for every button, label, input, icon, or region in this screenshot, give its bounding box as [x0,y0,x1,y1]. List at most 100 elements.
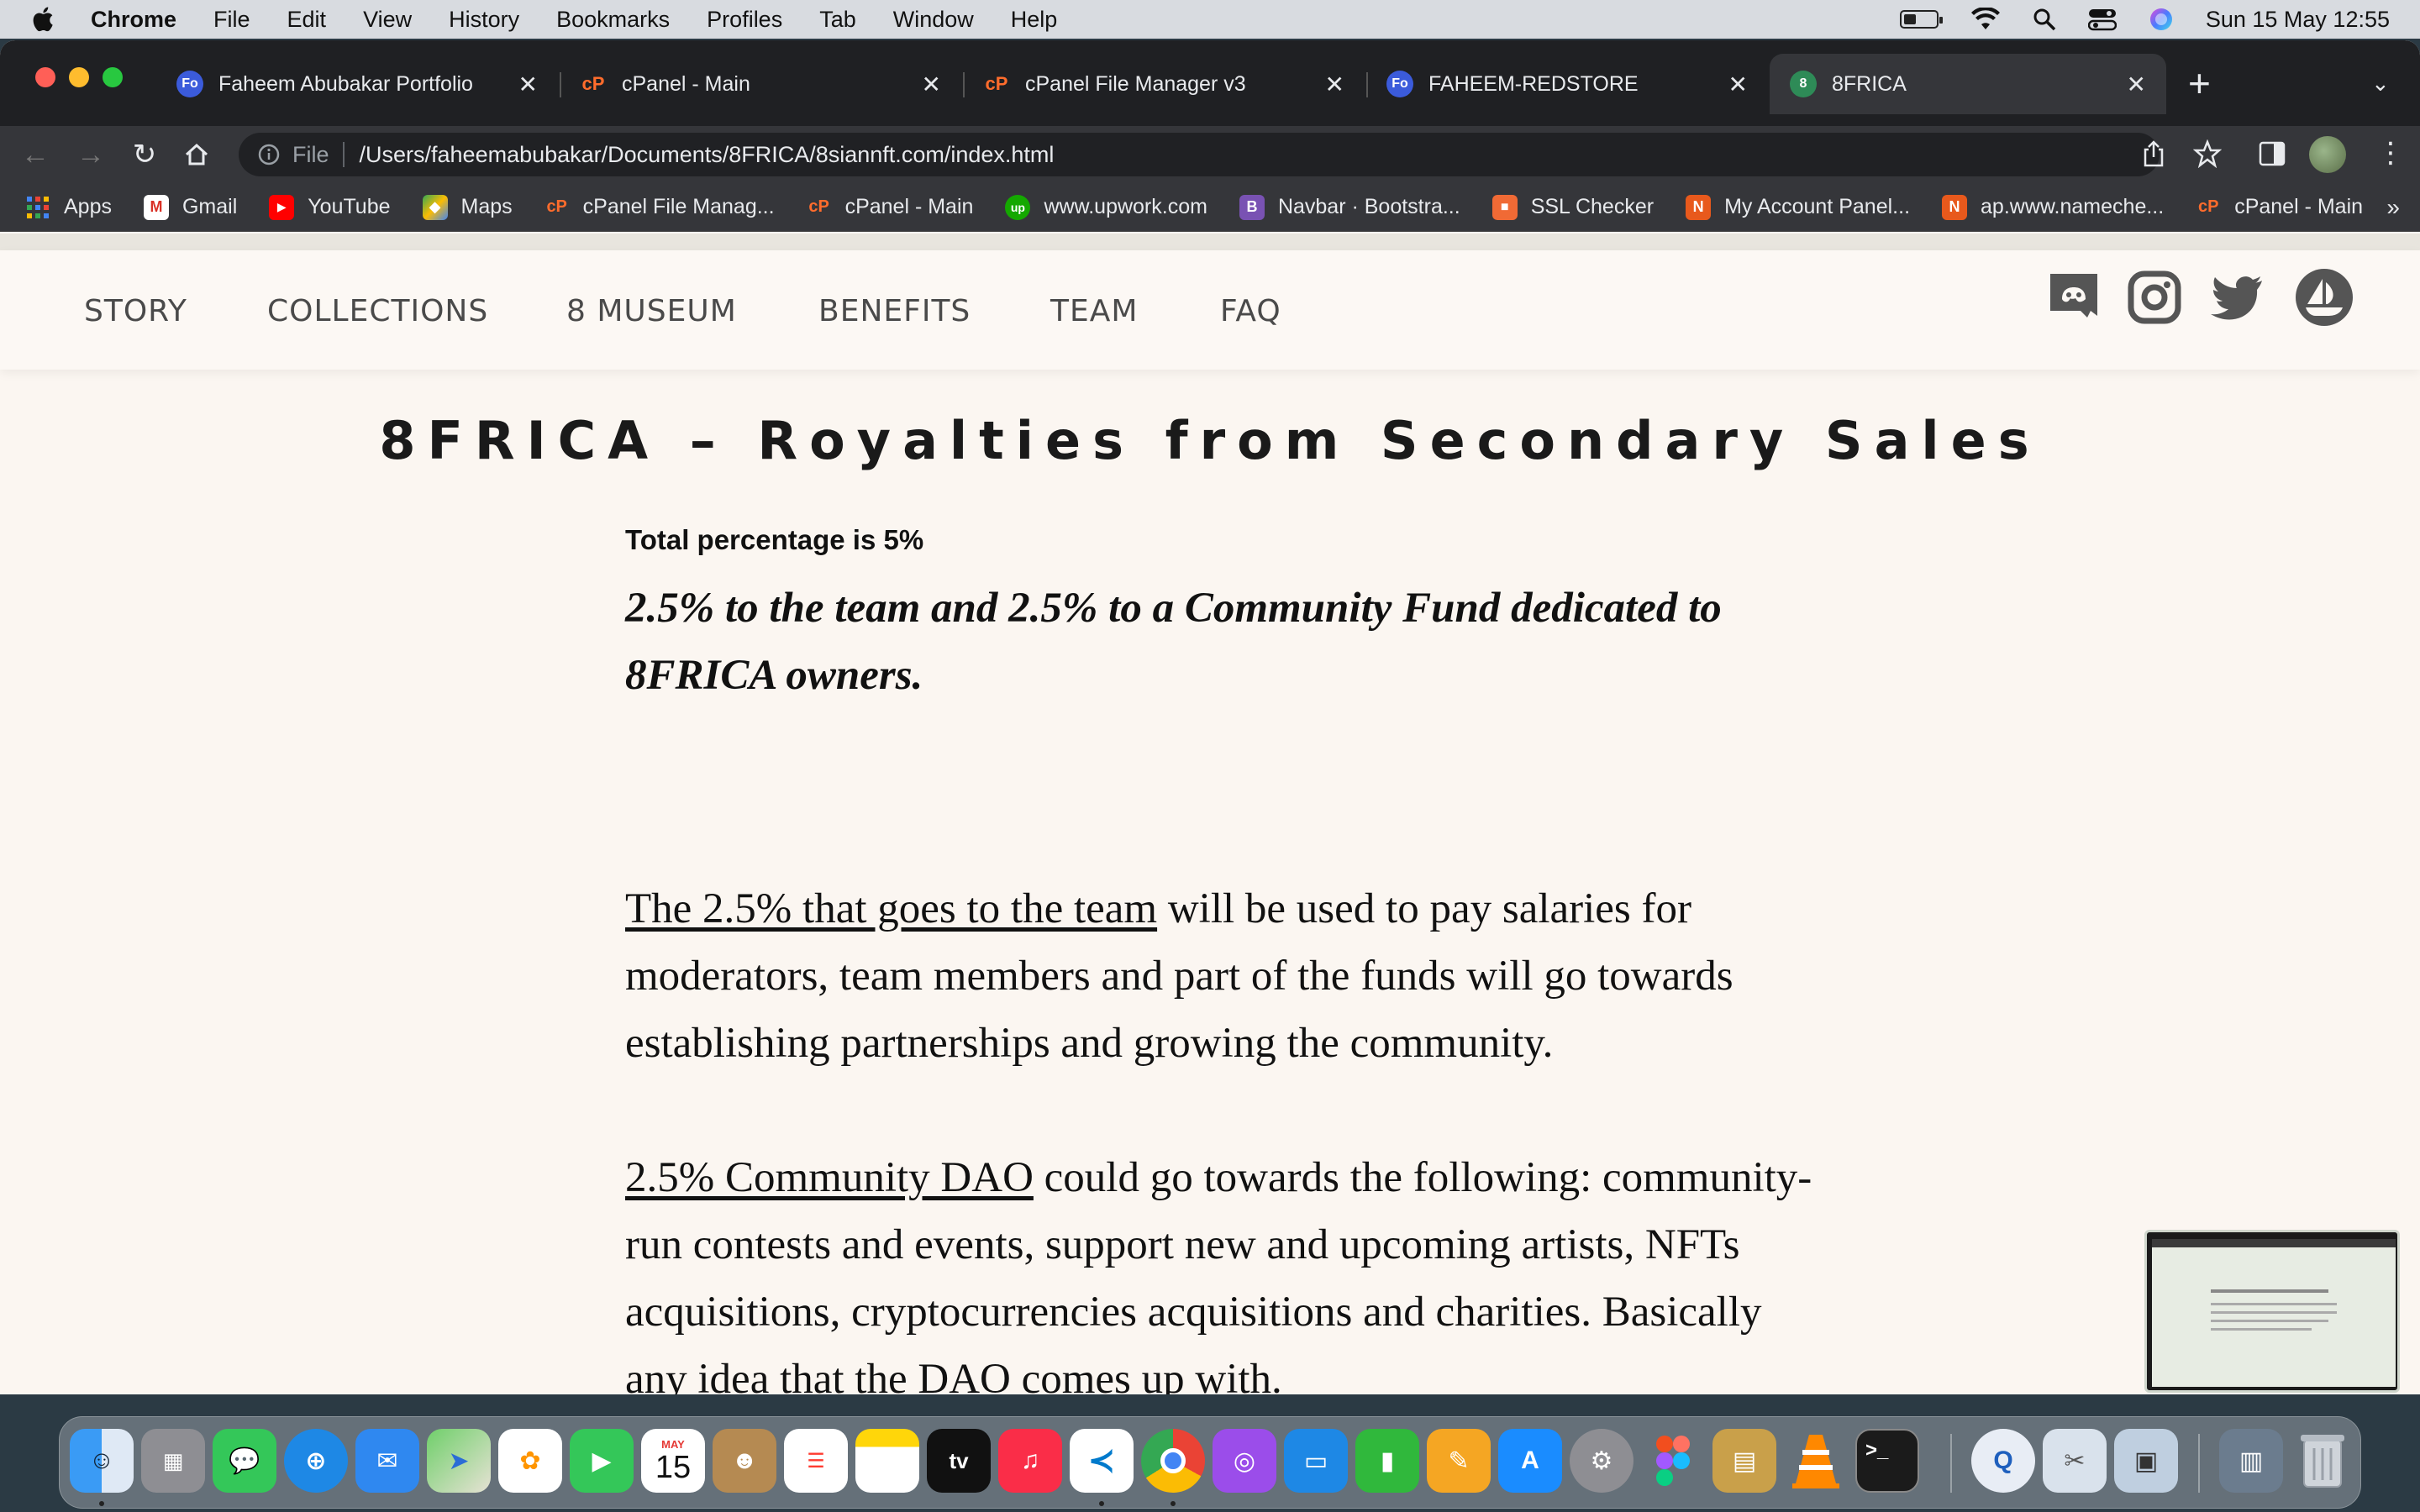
chrome-menu-icon[interactable]: ⋮ [2376,136,2405,170]
contacts-icon[interactable]: ☻ [713,1429,776,1493]
discord-icon[interactable] [2045,269,2102,326]
pages-icon[interactable]: ✎ [1427,1429,1491,1493]
quicktime-icon[interactable]: Q [1971,1429,2035,1493]
terminal-icon[interactable]: >_ [1855,1429,1919,1493]
app-store-icon[interactable]: A [1498,1429,1562,1493]
photos-icon[interactable]: ✿ [498,1429,562,1493]
battery-icon[interactable] [1899,10,1943,29]
image-capture-icon[interactable]: ▣ [2114,1429,2178,1493]
bookmark-youtube[interactable]: ▶ YouTube [269,194,391,220]
close-window-button[interactable] [35,67,55,87]
nav-link-collections[interactable]: COLLECTIONS [267,294,488,328]
system-preferences-icon[interactable]: ⚙ [1570,1429,1634,1493]
bookmark-apps[interactable]: Apps [25,195,112,220]
apple-logo-icon[interactable] [30,5,59,34]
share-icon[interactable] [2141,139,2166,168]
minimize-window-button[interactable] [69,67,89,87]
zoom-window-button[interactable] [103,67,123,87]
forward-button[interactable]: → [74,138,108,171]
calendar-icon[interactable]: MAY 15 [641,1429,705,1493]
bookmarks-overflow-icon[interactable]: » [2386,194,2400,221]
bookmark-cpanel-file-manager[interactable]: cP cPanel File Manag... [544,195,774,220]
numbers-icon[interactable]: ▮ [1355,1429,1419,1493]
bookmark-my-account-panel[interactable]: N My Account Panel... [1686,194,1910,220]
mail-icon[interactable]: ✉ [355,1429,419,1493]
new-tab-button[interactable]: + [2188,64,2211,102]
finder-icon[interactable]: ☺ [70,1429,134,1493]
notes-icon[interactable] [855,1429,919,1493]
close-tab-icon[interactable]: ✕ [518,71,538,98]
bookmark-maps[interactable]: ◆ Maps [422,194,513,220]
bookmark-upwork[interactable]: up www.upwork.com [1005,194,1207,220]
archive-utility-icon[interactable]: ▤ [1712,1429,1776,1493]
tab-faheem-redstore[interactable]: Fo FAHEEM-REDSTORE ✕ [1366,54,1768,114]
menu-tab[interactable]: Tab [819,7,856,33]
bookmark-bootstrap-navbar[interactable]: B Navbar · Bootstra... [1239,194,1460,220]
vlc-icon[interactable] [1784,1429,1848,1493]
close-tab-icon[interactable]: ✕ [922,71,941,98]
info-icon[interactable] [257,143,281,166]
bookmark-gmail[interactable]: M Gmail [143,194,237,220]
facetime-icon[interactable]: ▶ [570,1429,634,1493]
tab-8frica[interactable]: 8 8FRICA ✕ [1770,54,2166,114]
menu-edit[interactable]: Edit [287,7,327,33]
bookmark-cpanel-main-2[interactable]: cP cPanel - Main [2196,195,2363,220]
side-panel-icon[interactable] [2259,141,2286,166]
chrome-icon[interactable] [1141,1429,1205,1493]
messages-icon[interactable]: 💬 [213,1429,276,1493]
url-text[interactable]: /Users/faheemabubakar/Documents/8FRICA/8… [360,142,1055,168]
menu-window[interactable]: Window [893,7,974,33]
menu-profiles[interactable]: Profiles [707,7,782,33]
home-icon[interactable] [180,138,213,171]
menu-view[interactable]: View [363,7,412,33]
nav-link-benefits[interactable]: BENEFITS [818,294,971,328]
back-button[interactable]: ← [18,138,52,171]
preview-screenshot-icon[interactable]: ✂ [2043,1429,2107,1493]
trash-icon[interactable] [2291,1429,2354,1493]
keynote-icon[interactable]: ▭ [1284,1429,1348,1493]
safari-icon[interactable]: ⊕ [284,1429,348,1493]
tab-search-chevron-icon[interactable]: ⌄ [2371,71,2390,97]
bookmark-namecheap-ap[interactable]: N ap.www.nameche... [1942,194,2164,220]
twitter-icon[interactable] [2208,269,2265,326]
address-bar[interactable]: File /Users/faheemabubakar/Documents/8FR… [239,133,2160,176]
podcasts-icon[interactable]: ◎ [1213,1429,1276,1493]
menubar-datetime[interactable]: Sun 15 May 12:55 [2206,7,2390,33]
wifi-icon[interactable] [1970,8,2001,31]
close-tab-icon[interactable]: ✕ [2127,71,2146,98]
instagram-icon[interactable] [2126,269,2183,326]
close-tab-icon[interactable]: ✕ [1325,71,1344,98]
reload-button[interactable]: ↻ [128,138,161,171]
spotlight-search-icon[interactable] [2033,8,2056,31]
bookmark-ssl-checker[interactable]: ■ SSL Checker [1491,194,1654,220]
tab-faheem-portfolio[interactable]: Fo Faheem Abubakar Portfolio ✕ [156,54,558,114]
profile-avatar[interactable] [2309,136,2346,173]
figma-icon[interactable] [1641,1429,1705,1493]
screenshot-preview-thumbnail[interactable] [2144,1230,2400,1393]
bookmark-label: cPanel - Main [844,195,974,218]
vscode-icon[interactable]: ≺ [1070,1429,1134,1493]
bookmark-cpanel-main[interactable]: cP cPanel - Main [807,195,974,220]
tab-cpanel-main[interactable]: cP cPanel - Main ✕ [560,54,961,114]
siri-icon[interactable] [2149,7,2174,32]
apple-tv-icon[interactable]: tv [927,1429,991,1493]
nav-link-team[interactable]: TEAM [1050,294,1138,328]
control-center-icon[interactable] [2087,8,2117,31]
music-icon[interactable]: ♫ [998,1429,1062,1493]
menu-help[interactable]: Help [1011,7,1058,33]
nav-link-8-museum[interactable]: 8 MUSEUM [566,294,737,328]
nav-link-faq[interactable]: FAQ [1220,294,1281,328]
menu-bookmarks[interactable]: Bookmarks [556,7,670,33]
close-tab-icon[interactable]: ✕ [1728,71,1748,98]
opensea-icon[interactable] [2294,267,2354,328]
menu-history[interactable]: History [449,7,519,33]
bookmark-star-icon[interactable] [2193,139,2222,168]
maps-app-icon[interactable]: ➤ [427,1429,491,1493]
nav-link-story[interactable]: STORY [84,294,187,328]
downloads-stack-icon[interactable]: ▥ [2219,1429,2283,1493]
launchpad-icon[interactable]: ▦ [141,1429,205,1493]
tab-cpanel-file-manager[interactable]: cP cPanel File Manager v3 ✕ [963,54,1365,114]
menu-app-name[interactable]: Chrome [91,7,176,33]
menu-file[interactable]: File [213,7,250,33]
reminders-icon[interactable]: ☰ [784,1429,848,1493]
